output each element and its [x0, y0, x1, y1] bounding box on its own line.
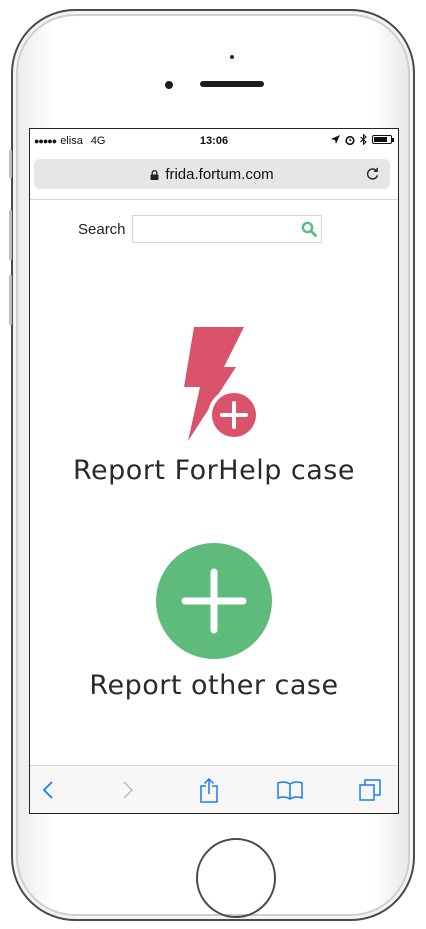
home-button[interactable] [196, 838, 276, 918]
search-icon[interactable] [301, 221, 317, 237]
bluetooth-icon [360, 134, 367, 145]
search-input[interactable] [132, 216, 305, 242]
proximity-sensor [230, 55, 234, 59]
status-icons [331, 134, 394, 145]
address-bar-divider [30, 199, 398, 200]
bookmarks-icon [277, 781, 303, 800]
mute-switch [9, 150, 12, 178]
tabs-button[interactable] [356, 776, 384, 804]
front-camera [165, 81, 173, 89]
search-form: Search [78, 215, 322, 243]
volume-up-button [9, 210, 12, 260]
report-other-case-button[interactable]: Report other case [30, 542, 398, 701]
url-text: frida.fortum.com [165, 166, 274, 183]
address-display[interactable]: frida.fortum.com [34, 166, 390, 183]
location-arrow-icon [331, 135, 340, 144]
status-bar: ●●●●● elisa 4G 13:06 [30, 129, 398, 153]
alarm-clock-icon [345, 135, 355, 145]
address-bar[interactable]: frida.fortum.com [34, 159, 390, 189]
browser-toolbar [30, 765, 398, 813]
forward-icon [123, 781, 134, 799]
earpiece-speaker [200, 81, 264, 87]
bookmarks-button[interactable] [276, 776, 304, 804]
reload-icon[interactable] [365, 166, 380, 181]
battery-icon [372, 135, 394, 144]
back-button[interactable] [34, 776, 62, 804]
share-icon [200, 777, 218, 803]
tabs-icon [359, 779, 381, 801]
search-box [131, 215, 322, 243]
lock-icon [150, 170, 159, 180]
back-icon [42, 781, 53, 799]
volume-down-button [9, 275, 12, 325]
report-other-label: Report other case [89, 670, 339, 701]
search-label: Search [78, 220, 126, 238]
forward-button[interactable] [114, 776, 142, 804]
screen: ●●●●● elisa 4G 13:06 frida.fortum.com Se… [29, 128, 399, 814]
lightning-plus-icon [184, 327, 260, 441]
report-forhelp-label: Report ForHelp case [73, 455, 355, 486]
report-forhelp-case-button[interactable]: Report ForHelp case [30, 325, 398, 486]
plus-circle-icon [156, 543, 272, 659]
share-button[interactable] [195, 776, 223, 804]
